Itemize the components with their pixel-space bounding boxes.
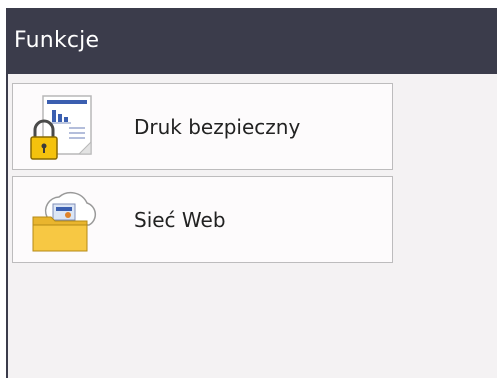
- title-bar: Funkcje: [6, 8, 497, 74]
- page-title: Funkcje: [14, 28, 100, 53]
- web-connect-icon: [29, 187, 99, 255]
- secure-print-label: Druk bezpieczny: [134, 115, 301, 139]
- secure-print-icon: [29, 94, 99, 162]
- web-connect-label: Sieć Web: [134, 208, 226, 232]
- function-list-panel: Druk bezpieczny Sieć Web: [6, 74, 497, 378]
- web-connect-button[interactable]: Sieć Web: [12, 176, 393, 263]
- secure-print-button[interactable]: Druk bezpieczny: [12, 83, 393, 170]
- screen: Funkcje Druk bezpieczny Sieć Web: [0, 0, 497, 378]
